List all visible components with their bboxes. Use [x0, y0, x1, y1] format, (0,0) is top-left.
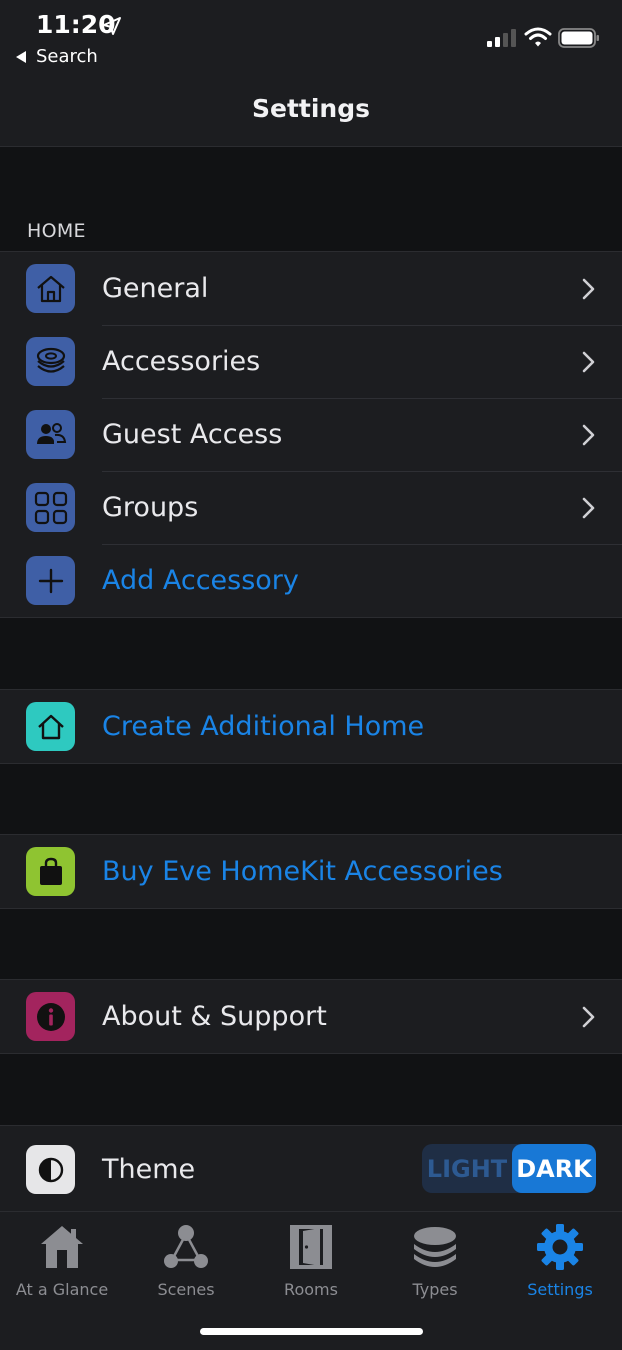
- location-arrow-icon: [103, 17, 121, 35]
- info-icon: [26, 992, 75, 1041]
- home-indicator[interactable]: [200, 1328, 423, 1335]
- layers-icon: [414, 1227, 456, 1267]
- groups-row[interactable]: Groups: [0, 471, 622, 544]
- tab-label: Scenes: [157, 1280, 215, 1299]
- tab-label: Settings: [527, 1280, 593, 1299]
- navigation-bar: Settings: [0, 78, 622, 147]
- guest-access-row[interactable]: Guest Access: [0, 398, 622, 471]
- tab-at-a-glance[interactable]: At a Glance: [0, 1218, 124, 1302]
- theme-toggle[interactable]: LIGHT DARK: [422, 1144, 596, 1193]
- tab-types[interactable]: Types: [373, 1218, 497, 1302]
- home-section-header: HOME: [27, 220, 86, 242]
- buy-accessories-row[interactable]: Buy Eve HomeKit Accessories: [0, 835, 622, 908]
- signal-icon: [487, 29, 516, 47]
- tab-label: Types: [412, 1280, 458, 1299]
- add-accessory-label: Add Accessory: [102, 565, 299, 596]
- theme-group: Theme LIGHT DARK: [0, 1125, 622, 1212]
- accessories-stack-icon: [26, 337, 75, 386]
- theme-row: Theme LIGHT DARK: [0, 1126, 622, 1212]
- accessories-row[interactable]: Accessories: [0, 325, 622, 398]
- house-outline-icon: [26, 702, 75, 751]
- groups-label: Groups: [102, 492, 199, 523]
- back-label: Search: [36, 46, 98, 67]
- tab-label: At a Glance: [15, 1280, 109, 1299]
- house-icon: [26, 264, 75, 313]
- battery-icon: [558, 28, 599, 48]
- guest-users-icon: [26, 410, 75, 459]
- buy-group: Buy Eve HomeKit Accessories: [0, 834, 622, 909]
- tab-settings[interactable]: Settings: [498, 1218, 622, 1302]
- general-label: General: [102, 273, 209, 304]
- general-row[interactable]: General: [0, 252, 622, 325]
- home-settings-group: General Accessories Guest Access Groups …: [0, 251, 622, 618]
- chevron-right-icon: [582, 351, 595, 373]
- tab-scenes[interactable]: Scenes: [124, 1218, 248, 1302]
- groups-grid-icon: [26, 483, 75, 532]
- theme-light-option[interactable]: LIGHT: [422, 1144, 512, 1193]
- add-accessory-row[interactable]: Add Accessory: [0, 544, 622, 617]
- door-icon: [290, 1225, 332, 1269]
- buy-accessories-label: Buy Eve HomeKit Accessories: [102, 856, 503, 887]
- status-bar: 11:20 Search: [0, 0, 622, 78]
- chevron-right-icon: [582, 424, 595, 446]
- plus-icon: [26, 556, 75, 605]
- tab-rooms[interactable]: Rooms: [249, 1218, 373, 1302]
- chevron-right-icon: [582, 278, 595, 300]
- contrast-icon: [26, 1145, 75, 1194]
- gear-icon: [537, 1224, 583, 1270]
- page-title: Settings: [251, 94, 370, 123]
- tab-label: Rooms: [284, 1280, 338, 1299]
- chevron-right-icon: [582, 1006, 595, 1028]
- create-additional-home-label: Create Additional Home: [102, 711, 425, 742]
- scenes-icon: [164, 1225, 208, 1268]
- back-arrow-icon: [16, 50, 26, 63]
- about-support-row[interactable]: About & Support: [0, 980, 622, 1053]
- create-home-group: Create Additional Home: [0, 689, 622, 764]
- wifi-icon: [524, 27, 552, 47]
- accessories-label: Accessories: [102, 346, 261, 377]
- guest-access-label: Guest Access: [102, 419, 283, 450]
- about-support-label: About & Support: [102, 1001, 327, 1032]
- create-additional-home-row[interactable]: Create Additional Home: [0, 690, 622, 763]
- house-tab-icon: [41, 1226, 83, 1268]
- theme-label: Theme: [102, 1153, 196, 1185]
- shopping-bag-icon: [26, 847, 75, 896]
- chevron-right-icon: [582, 497, 595, 519]
- about-group: About & Support: [0, 979, 622, 1054]
- theme-dark-option[interactable]: DARK: [512, 1144, 596, 1193]
- back-to-search-link[interactable]: Search: [16, 46, 98, 67]
